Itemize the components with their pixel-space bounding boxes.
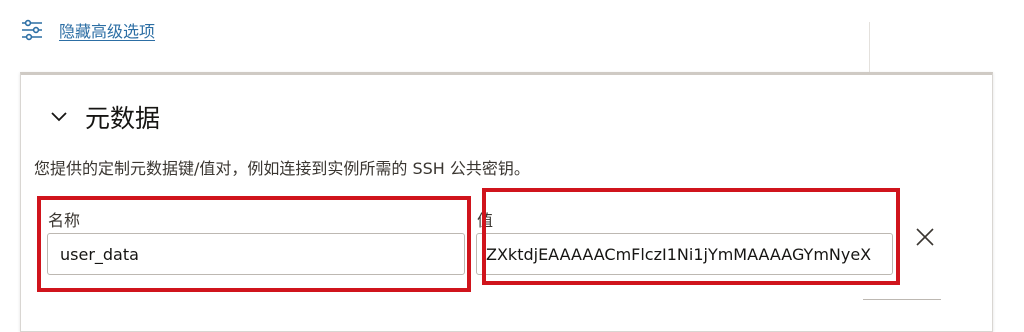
- value-field[interactable]: [476, 233, 893, 275]
- next-field-edge: [863, 299, 941, 308]
- divider: [869, 22, 870, 74]
- section-title: 元数据: [85, 104, 161, 133]
- remove-metadata-button[interactable]: [913, 225, 937, 249]
- section-description: 您提供的定制元数据键/值对，例如连接到实例所需的 SSH 公共密钥。: [34, 159, 530, 178]
- name-field-label: 名称: [48, 211, 81, 230]
- metadata-section-header[interactable]: 元数据: [49, 99, 160, 135]
- close-icon: [913, 228, 937, 253]
- sliders-icon: [20, 18, 44, 42]
- hide-advanced-options-label[interactable]: 隐藏高级选项: [59, 18, 155, 42]
- hide-advanced-options-link[interactable]: 隐藏高级选项: [20, 18, 155, 42]
- value-field-label: 值: [477, 211, 494, 230]
- metadata-section: 元数据 您提供的定制元数据键/值对，例如连接到实例所需的 SSH 公共密钥。 名…: [20, 72, 993, 332]
- name-field[interactable]: [47, 233, 465, 275]
- chevron-down-icon[interactable]: [49, 107, 69, 127]
